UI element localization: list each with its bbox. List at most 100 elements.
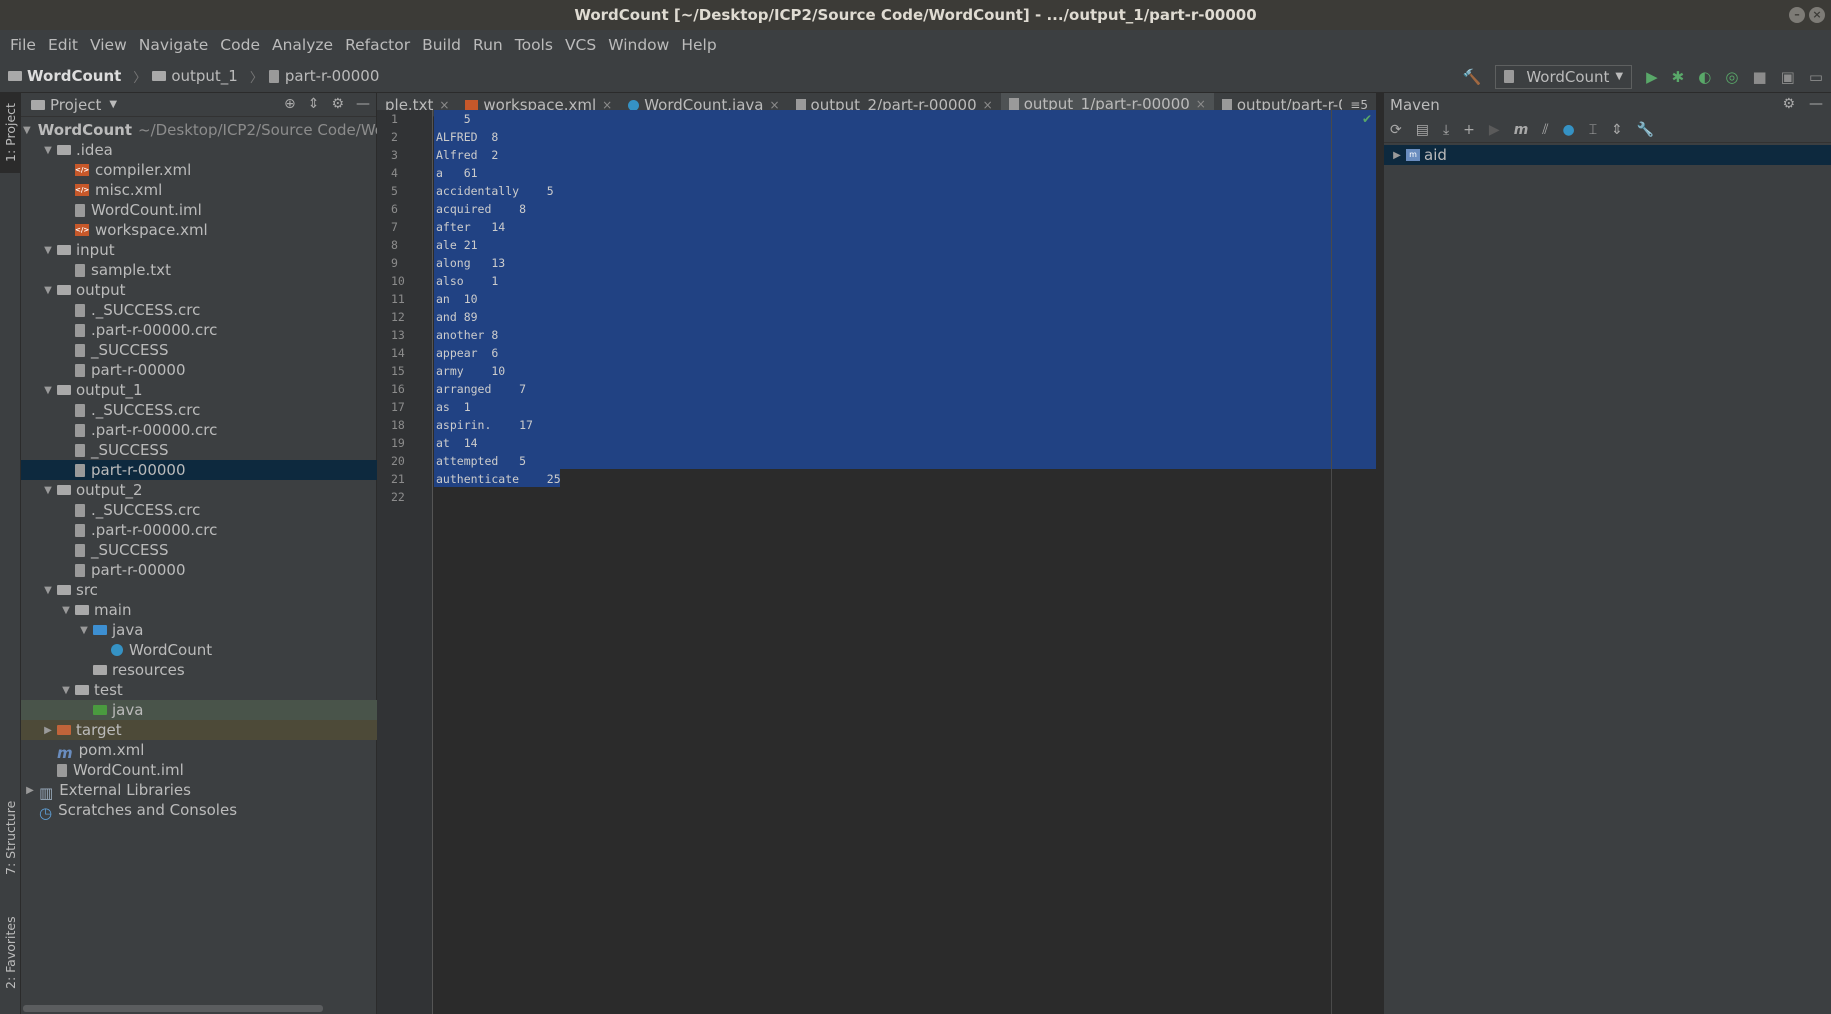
- tree-item[interactable]: sample.txt: [21, 260, 377, 280]
- tree-item[interactable]: </> compiler.xml: [21, 160, 377, 180]
- editor-content[interactable]: ✔ 5 ALFRED 8 Alfred 2 a 61 accidentally 5 acq…: [434, 110, 1376, 1014]
- build-hammer-icon[interactable]: 🔨: [1463, 68, 1482, 86]
- wrench-icon[interactable]: 🔧: [1637, 122, 1654, 138]
- skip-tests-icon[interactable]: ●: [1563, 122, 1575, 138]
- chevron-down-icon[interactable]: ▼: [41, 245, 55, 256]
- chevron-right-icon[interactable]: ▶: [1390, 150, 1404, 161]
- tree-item[interactable]: part-r-00000: [21, 560, 377, 580]
- download-icon[interactable]: ⤓: [1443, 122, 1449, 138]
- debug-icon[interactable]: ✱: [1672, 68, 1685, 86]
- chevron-down-icon[interactable]: ▼: [59, 685, 73, 696]
- tree-item[interactable]: ._SUCCESS.crc: [21, 500, 377, 520]
- profile-icon[interactable]: ◎: [1725, 68, 1738, 86]
- menu-file[interactable]: File: [4, 36, 42, 54]
- chevron-down-icon[interactable]: ▼: [23, 125, 31, 136]
- tree-item[interactable]: ▼ input: [21, 240, 377, 260]
- inspection-ok-icon[interactable]: ✔: [1362, 112, 1372, 126]
- maven-goal-icon[interactable]: m: [1514, 122, 1529, 138]
- gear-icon[interactable]: ⚙: [331, 96, 344, 112]
- menu-view[interactable]: View: [84, 36, 133, 54]
- close-button[interactable]: ×: [1809, 7, 1825, 23]
- chevron-right-icon[interactable]: ▶: [23, 785, 37, 796]
- chevron-down-icon[interactable]: ▼: [41, 385, 55, 396]
- chevron-down-icon[interactable]: ▼: [59, 605, 73, 616]
- tree-item[interactable]: ._SUCCESS.crc: [21, 400, 377, 420]
- chevron-down-icon[interactable]: ▼: [41, 145, 55, 156]
- breadcrumb-file[interactable]: part-r-00000: [268, 67, 379, 85]
- gear-icon[interactable]: ⚙: [1782, 96, 1795, 112]
- chevron-down-icon[interactable]: ▼: [41, 285, 55, 296]
- tree-item[interactable]: ▼ src: [21, 580, 377, 600]
- menu-run[interactable]: Run: [467, 36, 509, 54]
- menu-edit[interactable]: Edit: [42, 36, 84, 54]
- tree-item[interactable]: WordCount.iml: [21, 200, 377, 220]
- tree-item[interactable]: ◷ Scratches and Consoles: [21, 800, 377, 822]
- menu-window[interactable]: Window: [602, 36, 675, 54]
- tree-item[interactable]: WordCount.iml: [21, 760, 377, 780]
- tree-item[interactable]: java: [21, 700, 377, 720]
- run-configuration-select[interactable]: WordCount ▼: [1495, 64, 1633, 89]
- tree-item[interactable]: .part-r-00000.crc: [21, 420, 377, 440]
- menu-analyze[interactable]: Analyze: [266, 36, 339, 54]
- tree-item[interactable]: .part-r-00000.crc: [21, 320, 377, 340]
- project-tool-tab[interactable]: 1: Project: [0, 93, 21, 173]
- tree-item[interactable]: _SUCCESS: [21, 340, 377, 360]
- chevron-right-icon[interactable]: ▶: [41, 725, 55, 736]
- tree-item[interactable]: ▼ java: [21, 620, 377, 640]
- project-panel-title[interactable]: Project: [50, 96, 101, 114]
- horizontal-scrollbar[interactable]: [23, 1005, 323, 1012]
- chevron-down-icon[interactable]: ▼: [41, 485, 55, 496]
- tree-item[interactable]: m pom.xml: [21, 740, 377, 762]
- favorites-tool-tab[interactable]: 2: Favorites: [0, 903, 21, 1003]
- tree-item[interactable]: ▶ ▥ External Libraries: [21, 780, 377, 802]
- hide-icon[interactable]: —: [1809, 96, 1823, 112]
- menu-code[interactable]: Code: [214, 36, 266, 54]
- minimize-button[interactable]: –: [1789, 7, 1805, 23]
- menu-help[interactable]: Help: [675, 36, 722, 54]
- tree-item[interactable]: WordCount: [21, 640, 377, 660]
- menu-vcs[interactable]: VCS: [559, 36, 602, 54]
- tree-item[interactable]: ▶ target: [21, 720, 377, 740]
- breadcrumb-folder[interactable]: output_1: [152, 67, 238, 85]
- add-icon[interactable]: +: [1463, 122, 1475, 138]
- tree-item[interactable]: ▼ WordCount ~/Desktop/ICP2/Source Code/Wo: [21, 120, 384, 140]
- structure-tool-tab[interactable]: 7: Structure: [0, 793, 21, 883]
- generate-sources-icon[interactable]: ▤: [1416, 122, 1429, 138]
- tree-item[interactable]: resources: [21, 660, 377, 680]
- run-icon[interactable]: ▶: [1646, 68, 1658, 86]
- coverage-icon[interactable]: ◐: [1698, 68, 1711, 86]
- tree-item[interactable]: ▼ .idea: [21, 140, 377, 160]
- chevron-down-icon[interactable]: ▼: [109, 99, 117, 110]
- menu-build[interactable]: Build: [416, 36, 467, 54]
- toggle-offline-icon[interactable]: ⫽: [1542, 122, 1548, 138]
- maven-project-item[interactable]: ▶ m aid: [1384, 145, 1831, 165]
- tree-item[interactable]: _SUCCESS: [21, 540, 377, 560]
- tree-item[interactable]: ▼ main: [21, 600, 377, 620]
- tree-item[interactable]: ▼ test: [21, 680, 377, 700]
- tree-item[interactable]: .part-r-00000.crc: [21, 520, 377, 540]
- collapse-all-icon[interactable]: ⇕: [308, 96, 320, 112]
- layout-icon[interactable]: ▭: [1809, 68, 1823, 86]
- project-structure-icon[interactable]: ▣: [1781, 68, 1795, 86]
- tree-item[interactable]: ._SUCCESS.crc: [21, 300, 377, 320]
- tree-item[interactable]: </> misc.xml: [21, 180, 377, 200]
- tree-item[interactable]: part-r-00000: [21, 460, 377, 480]
- tree-item[interactable]: </> workspace.xml: [21, 220, 377, 240]
- locate-icon[interactable]: ⊕: [284, 96, 296, 112]
- stop-icon[interactable]: ■: [1752, 68, 1766, 86]
- show-dependencies-icon[interactable]: ⌶: [1589, 122, 1597, 138]
- menu-refactor[interactable]: Refactor: [339, 36, 416, 54]
- tree-item[interactable]: ▼ output: [21, 280, 377, 300]
- chevron-down-icon[interactable]: ▼: [77, 625, 91, 636]
- chevron-down-icon[interactable]: ▼: [41, 585, 55, 596]
- run-icon[interactable]: ▶: [1489, 122, 1500, 138]
- tree-item[interactable]: part-r-00000: [21, 360, 377, 380]
- tree-item[interactable]: ▼ output_1: [21, 380, 377, 400]
- hide-icon[interactable]: —: [356, 96, 370, 112]
- collapse-all-icon[interactable]: ⇕: [1611, 122, 1623, 138]
- tree-item[interactable]: _SUCCESS: [21, 440, 377, 460]
- reimport-icon[interactable]: ⟳: [1390, 122, 1402, 138]
- breadcrumb-project[interactable]: WordCount: [8, 67, 121, 85]
- tree-item[interactable]: ▼ output_2: [21, 480, 377, 500]
- close-tab-icon[interactable]: ×: [1196, 97, 1206, 111]
